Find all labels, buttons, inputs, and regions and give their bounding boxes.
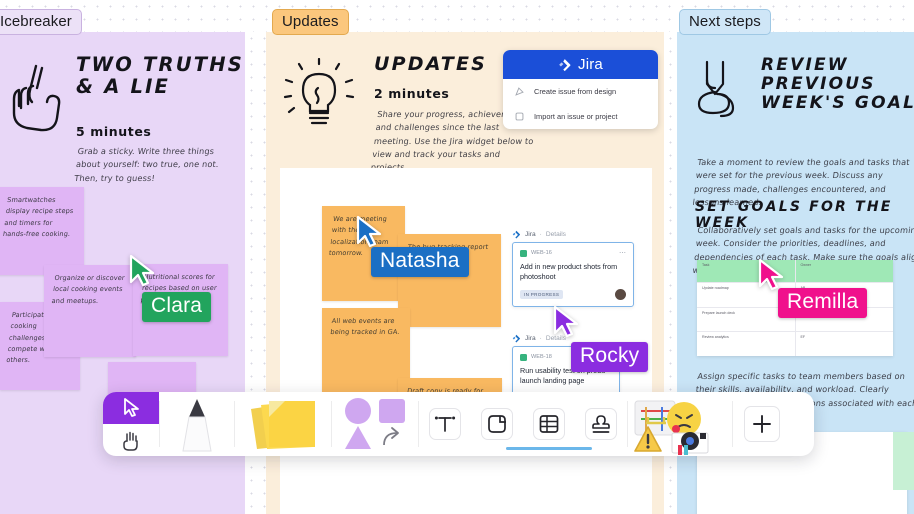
crossed-fingers-icon [12,64,61,132]
table-cell: Review analytics [702,335,729,340]
lightbulb-icon [283,58,355,125]
pen-tool-button[interactable] [160,392,234,456]
jira-card-key: WEB-16 [520,249,552,257]
jira-menu-label: Import an issue or project [534,112,618,121]
cursor-select-icon [124,398,139,417]
jira-logo-icon [559,58,571,71]
hand-tool-button[interactable] [103,424,159,456]
jira-logo-icon [512,334,521,343]
circle-shape-icon[interactable] [345,398,371,424]
issue-type-icon [520,249,527,257]
updates-title: UPDATES [374,53,488,75]
shapes-tool-button[interactable] [332,392,418,456]
issue-type-icon [520,353,527,361]
jira-widget[interactable]: Jira Create issue from design Import an … [503,50,658,129]
jira-card-source: Jira [525,231,536,238]
stamp-tool-button[interactable] [575,392,627,456]
sticky-notes-icon [251,401,315,449]
text-icon [434,416,456,432]
icebreaker-duration: 5 minutes [76,124,152,139]
pencil-loop-icon [697,60,735,118]
icebreaker-title: TWO TRUTHS & A LIE [76,53,244,98]
frame-icon [488,415,506,433]
sticky-note[interactable]: All web events are being tracked in GA. [322,308,410,398]
jira-menu-label: Create issue from design [534,87,617,96]
toolbar-select-group[interactable] [103,392,159,456]
table-row[interactable]: Review analytics EF [697,331,893,357]
next-steps-title: REVIEW PREVIOUS WEEK'S GOALS [761,55,914,114]
jira-card-key: WEB-18 [520,353,552,361]
more-tools-button[interactable] [733,392,791,456]
pen-icon [182,399,212,452]
cursor-rocky: Rocky [552,305,649,372]
media-emoji-icon [634,400,709,455]
green-block [893,432,914,490]
table-tool-button[interactable] [506,392,592,456]
toolbar[interactable] [103,392,814,456]
jira-card-title: Add in new product shots from photoshoot [520,262,618,282]
sticky-note-text: Organize or discover local cooking event… [51,274,126,305]
updates-whiteboard[interactable]: We are meeting with the localization tea… [280,168,652,514]
sticky-note[interactable]: Smartwatches display recipe steps and ti… [0,187,84,275]
cursor-label-rocky: Rocky [571,342,649,372]
sticky-note-text: Smartwatches display recipe steps and ti… [2,196,74,238]
jira-brand-label: Jira [578,56,603,73]
table-header-row: Task Owner [697,260,893,282]
icebreaker-description: Grab a sticky. Write three things about … [73,146,220,183]
cursor-label-natasha: Natasha [371,247,469,277]
jira-logo-icon [512,230,521,239]
triangle-shape-icon[interactable] [345,425,371,449]
jira-issue-card[interactable]: Jira · Details WEB-16 ⋯ Add in new produ… [512,230,634,307]
jira-card-key-text: WEB-18 [531,354,552,360]
cursor-remilla: Remilla [757,258,868,318]
plus-icon [753,415,771,433]
sticky-note-text [107,362,197,378]
sticky-note[interactable]: Organize or discover local cooking event… [44,265,136,357]
jira-widget-header: Jira [503,50,658,79]
table-icon [539,415,559,433]
square-shape-icon[interactable] [379,399,405,423]
select-tool-button[interactable] [103,392,159,424]
cursor-clara: Clara [128,254,212,322]
frame-label-next-steps[interactable]: Next steps [679,9,771,35]
import-icon [515,112,524,121]
jira-card-header: Jira · Details [512,230,634,239]
jira-card-details-link[interactable]: Details [546,231,566,238]
cursor-label-remilla: Remilla [778,288,868,318]
media-tool-button[interactable] [628,392,732,456]
jira-menu-item-create[interactable]: Create issue from design [503,79,658,104]
stamp-icon [592,415,610,433]
table-header-cell: Owner [800,263,812,267]
frame-label-icebreaker[interactable]: Icebreaker [0,9,82,35]
cursor-label-clara: Clara [142,292,212,322]
jira-card-source: Jira [525,335,536,342]
table-cell: EF [800,335,806,340]
cursor-natasha: Natasha [355,215,469,277]
avatar [615,288,626,300]
sticky-note-tool-button[interactable] [235,392,331,456]
text-tool-button[interactable] [419,392,471,456]
jira-menu-item-import[interactable]: Import an issue or project [503,104,658,129]
design-icon [515,87,524,96]
jira-card-menu-icon[interactable]: ⋯ [619,249,626,257]
updates-duration: 2 minutes [374,86,450,101]
hand-icon [123,431,138,451]
jira-card-key-text: WEB-16 [531,250,552,256]
table-cell: Prepare launch deck [702,310,735,315]
arrow-shape-icon[interactable] [380,425,404,449]
jira-card-status-badge: IN PROGRESS [520,289,564,299]
sticky-note-text: All web events are being tracked in GA. [329,317,401,337]
frame-label-updates[interactable]: Updates [272,9,349,35]
board-canvas[interactable]: TWO TRUTHS & A LIE 5 minutes Grab a stic… [0,0,914,514]
